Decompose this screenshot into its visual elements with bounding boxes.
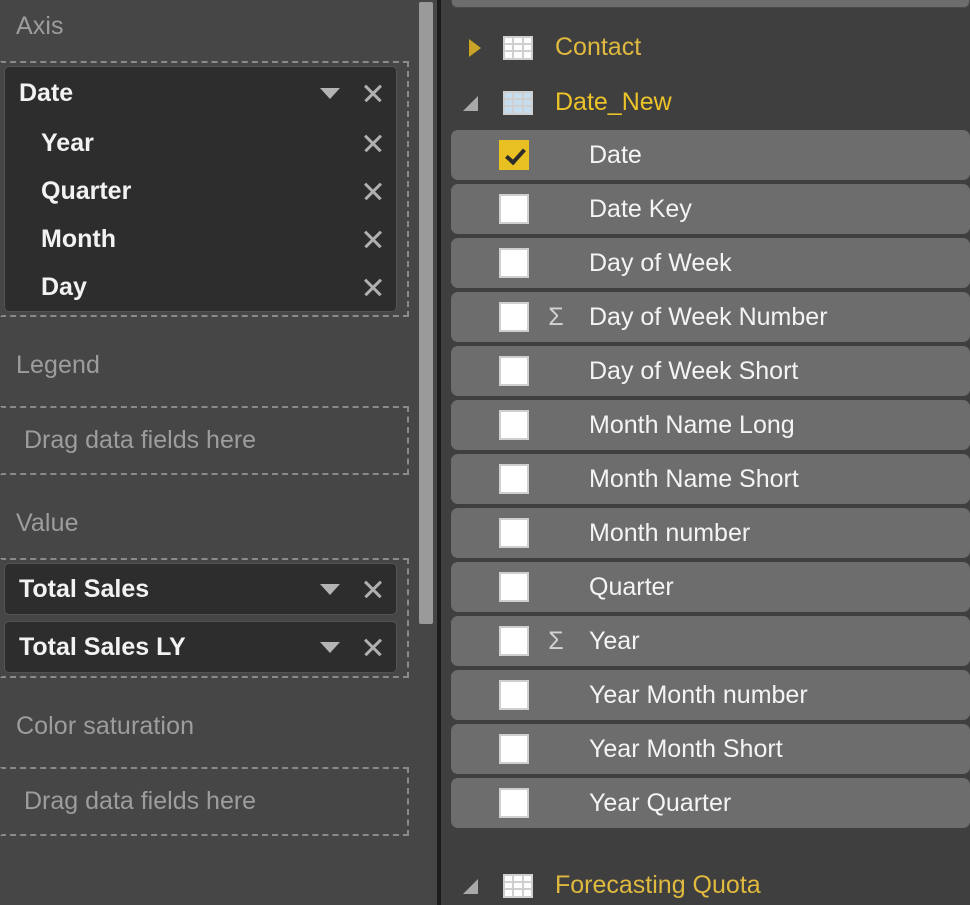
visualizations-field-wells-pane: Axis Date Year Quarter Month Day Legend …	[0, 0, 437, 905]
field-checkbox[interactable]	[499, 410, 529, 440]
sigma-icon: Σ	[548, 302, 564, 331]
field-checkbox[interactable]	[499, 626, 529, 656]
field-chip-child-day[interactable]: Day	[5, 263, 396, 311]
color-saturation-dropzone[interactable]: Drag data fields here	[0, 767, 409, 836]
chevron-right-icon[interactable]	[461, 35, 487, 61]
field-chip-label: Date	[19, 78, 74, 107]
field-row-date-key[interactable]: Σ Date Key	[451, 184, 970, 234]
field-label: Day of Week Short	[589, 356, 799, 385]
field-row-day-of-week[interactable]: Σ Day of Week	[451, 238, 970, 288]
chevron-down-icon[interactable]	[320, 641, 340, 653]
field-row-date[interactable]: Σ Date	[451, 130, 970, 180]
field-label: Day of Week Number	[589, 302, 828, 331]
field-chip-child-label: Year	[41, 128, 94, 157]
field-row-quarter[interactable]: Σ Quarter	[451, 562, 970, 612]
wells-scroll-content: Axis Date Year Quarter Month Day Legend …	[0, 0, 419, 905]
table-header-date-new[interactable]: Date_New	[441, 75, 970, 130]
field-checkbox[interactable]	[499, 302, 529, 332]
close-icon[interactable]	[360, 80, 386, 106]
field-chip-total-sales[interactable]: Total Sales	[4, 563, 397, 615]
table-grid-icon	[503, 873, 533, 898]
table-grid-icon	[503, 35, 533, 60]
close-icon[interactable]	[360, 274, 386, 300]
axis-chip-wrap: Date Year Quarter Month Day	[2, 63, 407, 315]
table-name-label: Contact	[555, 33, 642, 61]
well-label-color-saturation: Color saturation	[16, 712, 195, 740]
field-chip-child-label: Month	[41, 224, 116, 253]
field-row-day-of-week-number[interactable]: Σ Day of Week Number	[451, 292, 970, 342]
table-grid-icon	[503, 90, 533, 115]
table-header-contact[interactable]: Contact	[441, 20, 970, 75]
field-checkbox[interactable]	[499, 248, 529, 278]
well-label-legend: Legend	[16, 351, 101, 379]
legend-dropzone-placeholder: Drag data fields here	[24, 426, 257, 454]
field-label: Quarter	[589, 572, 674, 601]
field-checkbox[interactable]	[499, 518, 529, 548]
field-chip-child-quarter[interactable]: Quarter	[5, 167, 396, 215]
field-checkbox[interactable]	[499, 734, 529, 764]
field-chip-label: Total Sales	[19, 574, 150, 603]
field-row-month-number[interactable]: Σ Month number	[451, 508, 970, 558]
field-label: Month Name Long	[589, 410, 795, 439]
close-icon[interactable]	[360, 178, 386, 204]
fields-list-pane: Contact Date_New Σ Date Σ Date Key Σ Day…	[441, 0, 970, 905]
field-chip-date[interactable]: Date Year Quarter Month Day	[4, 66, 397, 312]
chevron-down-icon[interactable]	[461, 90, 487, 116]
field-chip-child-label: Quarter	[41, 176, 132, 205]
field-checkbox[interactable]	[499, 140, 529, 170]
field-checkbox[interactable]	[499, 356, 529, 386]
close-icon[interactable]	[360, 634, 386, 660]
field-checkbox[interactable]	[499, 464, 529, 494]
field-row-month-name-short[interactable]: Σ Month Name Short	[451, 454, 970, 504]
field-checkbox[interactable]	[499, 788, 529, 818]
table-name-label: Forecasting Quota	[555, 871, 761, 899]
field-row-year-month-number[interactable]: Σ Year Month number	[451, 670, 970, 720]
field-row-year-month-short[interactable]: Σ Year Month Short	[451, 724, 970, 774]
field-label: Date	[589, 140, 642, 169]
field-chip-total-sales-ly[interactable]: Total Sales LY	[4, 621, 397, 673]
color-saturation-dropzone-placeholder: Drag data fields here	[24, 787, 257, 815]
field-label: Month number	[589, 518, 751, 547]
field-label: Month Name Short	[589, 464, 799, 493]
field-chip-date-header[interactable]: Date	[5, 67, 396, 119]
field-label: Year	[589, 626, 640, 655]
field-chip-child-label: Day	[41, 272, 87, 301]
table-name-label: Date_New	[555, 88, 672, 116]
well-label-value: Value	[16, 509, 79, 537]
field-row-year-quarter[interactable]: Σ Year Quarter	[451, 778, 970, 828]
value-dropzone[interactable]: Total Sales Total Sales LY	[0, 558, 409, 678]
axis-dropzone[interactable]: Date Year Quarter Month Day	[0, 61, 409, 317]
legend-dropzone[interactable]: Drag data fields here	[0, 406, 409, 475]
chevron-down-icon[interactable]	[461, 873, 487, 899]
field-label: Day of Week	[589, 248, 732, 277]
close-icon[interactable]	[360, 130, 386, 156]
field-label: Year Month Short	[589, 734, 783, 763]
chevron-down-icon[interactable]	[320, 583, 340, 595]
table-header-forecasting-quota[interactable]: Forecasting Quota	[441, 858, 970, 905]
field-label: Year Quarter	[589, 788, 732, 817]
close-icon[interactable]	[360, 576, 386, 602]
vertical-scrollbar[interactable]	[419, 2, 433, 624]
chevron-down-icon[interactable]	[320, 87, 340, 99]
field-label: Year Month number	[589, 680, 808, 709]
value-chip-wrap-total-sales-ly: Total Sales LY	[2, 618, 407, 676]
well-label-axis: Axis	[16, 12, 64, 40]
value-chip-wrap-total-sales: Total Sales	[2, 560, 407, 618]
field-checkbox[interactable]	[499, 194, 529, 224]
field-row-day-of-week-short[interactable]: Σ Day of Week Short	[451, 346, 970, 396]
field-chip-child-year[interactable]: Year	[5, 119, 396, 167]
clipped-field-row-top[interactable]	[451, 0, 970, 8]
field-row-month-name-long[interactable]: Σ Month Name Long	[451, 400, 970, 450]
field-checkbox[interactable]	[499, 680, 529, 710]
wells-scrollbar-track[interactable]	[419, 0, 433, 905]
field-label: Date Key	[589, 194, 692, 223]
field-chip-child-month[interactable]: Month	[5, 215, 396, 263]
power-bi-panes: Axis Date Year Quarter Month Day Legend …	[0, 0, 970, 905]
sigma-icon: Σ	[548, 626, 564, 655]
field-checkbox[interactable]	[499, 572, 529, 602]
close-icon[interactable]	[360, 226, 386, 252]
field-chip-label: Total Sales LY	[19, 632, 186, 661]
field-row-year[interactable]: Σ Year	[451, 616, 970, 666]
